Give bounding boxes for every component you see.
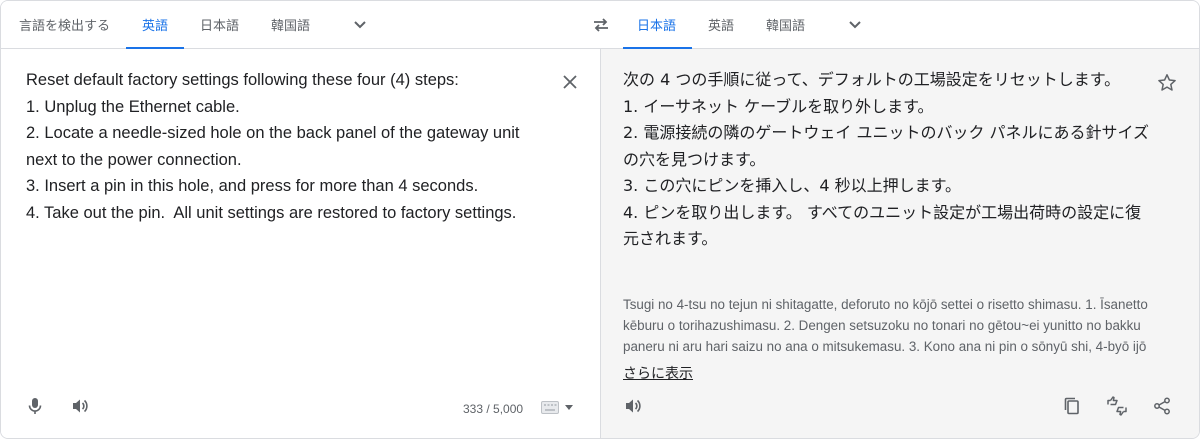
swap-arrows-icon [589,13,613,37]
star-icon [1157,73,1177,93]
tab-detect-language[interactable]: 言語を検出する [1,1,126,48]
tab-source-japanese[interactable]: 日本語 [184,1,255,48]
chevron-down-icon [843,13,867,37]
speaker-icon [70,396,90,416]
swap-languages-button[interactable] [585,9,617,41]
chevron-down-icon [348,13,372,37]
thumbs-up-down-icon [1106,395,1128,417]
source-language-tabs: 言語を検出する 英語 日本語 韓国語 [1,1,581,49]
caret-down-icon [565,405,573,411]
translate-app: 言語を検出する 英語 日本語 韓国語 日本語 英語 韓国語 Reset defa… [0,0,1200,439]
save-translation-button[interactable] [1153,69,1181,97]
listen-source-button[interactable] [64,390,96,422]
speaker-icon [623,396,643,416]
romanization-text: Tsugi no 4-tsu no tejun ni shitagatte, d… [623,297,1148,354]
clear-source-button[interactable] [557,69,583,95]
translated-text: 次の 4 つの手順に従って、デフォルトの工場設定をリセットします。 1. イーサ… [623,70,1150,248]
input-tools-button[interactable] [535,392,579,424]
close-icon [562,74,578,90]
translation-panel: 次の 4 つの手順に従って、デフォルトの工場設定をリセットします。 1. イーサ… [601,49,1199,438]
target-language-dropdown-button[interactable] [835,5,875,45]
share-translation-button[interactable] [1146,390,1178,422]
copy-translation-button[interactable] [1056,390,1088,422]
source-text-input[interactable]: Reset default factory settings following… [26,67,546,226]
listen-translation-button[interactable] [617,390,649,422]
keyboard-icon [541,401,561,415]
source-panel: Reset default factory settings following… [1,49,601,438]
voice-input-button[interactable] [19,390,51,422]
target-language-tabs: 日本語 英語 韓国語 [623,1,1199,49]
copy-icon [1062,396,1082,416]
tab-target-japanese[interactable]: 日本語 [623,1,693,49]
show-more-link[interactable]: さらに表示 [623,363,693,383]
rate-translation-button[interactable] [1101,390,1133,422]
tab-target-korean[interactable]: 韓国語 [750,1,821,48]
tab-source-korean[interactable]: 韓国語 [255,1,326,48]
tab-target-english[interactable]: 英語 [692,1,750,48]
share-icon [1152,396,1172,416]
tab-source-english[interactable]: 英語 [126,1,185,49]
microphone-icon [25,396,45,416]
source-language-dropdown-button[interactable] [340,5,380,45]
language-bar: 言語を検出する 英語 日本語 韓国語 日本語 英語 韓国語 [1,1,1199,49]
character-count: 333 / 5,000 [463,402,524,416]
